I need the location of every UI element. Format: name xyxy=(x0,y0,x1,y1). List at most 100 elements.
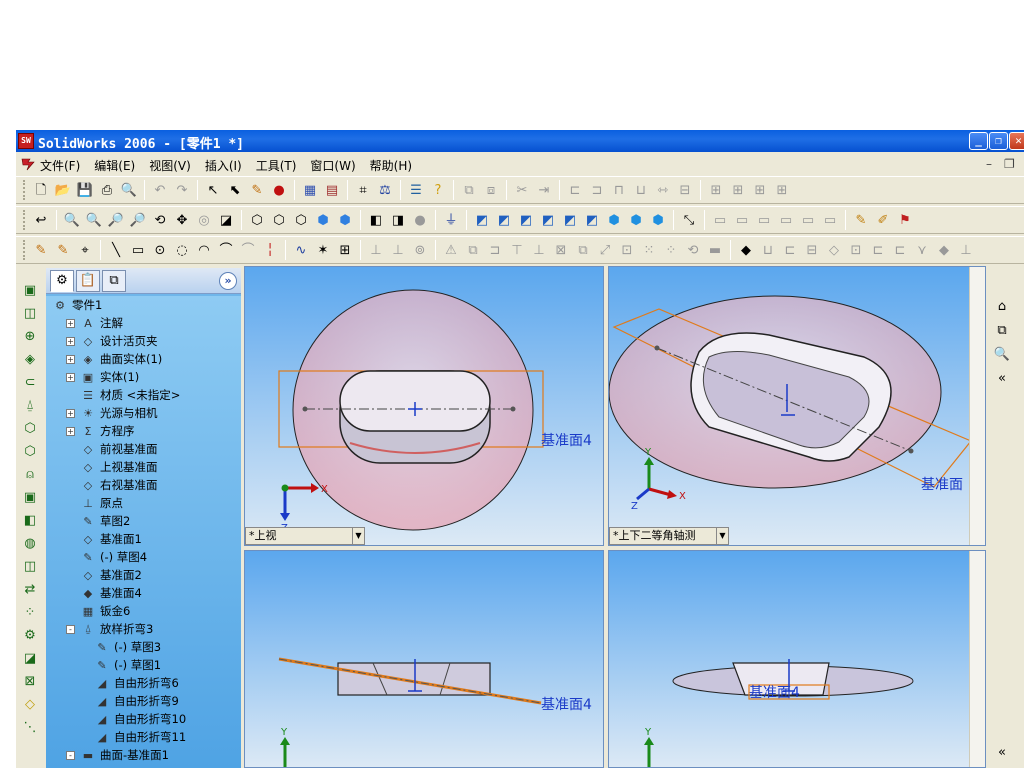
layout-4-icon[interactable]: ⊞ xyxy=(772,180,792,200)
slot-top-edge[interactable] xyxy=(339,370,491,432)
lofted-boss-icon[interactable]: ◈ xyxy=(20,349,40,369)
top-view-icon[interactable]: ◩ xyxy=(560,210,580,230)
point-icon[interactable]: ✶ xyxy=(313,240,333,260)
line-icon[interactable]: ╲ xyxy=(106,240,126,260)
tree-node[interactable]: ◢ 自由形折弯11 xyxy=(80,728,186,746)
display-relations-icon[interactable]: ⊥ xyxy=(388,240,408,260)
chamfer-icon[interactable]: ⬡ xyxy=(20,441,40,461)
tree-node[interactable]: ◆ 基准面4 xyxy=(66,584,142,602)
expand-icon[interactable]: + xyxy=(66,318,75,328)
menu-insert[interactable]: 插入(I) xyxy=(205,157,242,174)
rectangle-icon[interactable]: ▭ xyxy=(128,240,148,260)
zoom-area-icon[interactable]: 🔍 xyxy=(84,210,104,230)
centerpoint-arc-icon[interactable]: ◌ xyxy=(172,240,192,260)
rotate-entities-icon[interactable]: ⊡ xyxy=(617,240,637,260)
design-library-icon[interactable]: ⧉ xyxy=(992,320,1012,340)
right-view-icon[interactable]: ◩ xyxy=(538,210,558,230)
file-explorer-icon[interactable]: 🔍 xyxy=(992,344,1012,364)
revolved-cut-icon[interactable]: ⍙ xyxy=(20,395,40,415)
tree-node[interactable]: + ◈ 曲面实体(1) xyxy=(66,350,162,368)
restore-button[interactable]: ❐ xyxy=(989,132,1008,150)
collapse-icon[interactable]: - xyxy=(66,750,75,760)
tree-node[interactable]: - ⍙ 放样折弯3 xyxy=(66,620,153,638)
sketch-picture-icon[interactable]: ▬ xyxy=(705,240,725,260)
hole-wizard-icon[interactable]: ◍ xyxy=(20,533,40,553)
perspective-icon[interactable]: ⏚ xyxy=(441,210,461,230)
menu-window[interactable]: 窗口(W) xyxy=(310,157,355,174)
base-flange-icon[interactable]: ⊔ xyxy=(758,240,778,260)
collapse-panel-button[interactable]: » xyxy=(219,272,237,290)
realview-icon[interactable]: ● xyxy=(410,210,430,230)
sketch-fillet-icon[interactable]: ⌒ xyxy=(238,240,258,260)
tree-node[interactable]: + Σ 方程序 xyxy=(66,422,135,440)
linear-pattern-icon[interactable]: ⁙ xyxy=(639,240,659,260)
tab-configuration-manager[interactable]: ⧉ xyxy=(102,270,126,292)
spline-icon[interactable]: ∿ xyxy=(291,240,311,260)
viewport-front[interactable]: 基准面4 Y xyxy=(244,550,604,768)
tree-node[interactable]: ◇ 基准面1 xyxy=(66,530,142,548)
shell-icon[interactable]: ▣ xyxy=(20,487,40,507)
viewport-right-canvas[interactable]: 基准面4 Y xyxy=(609,551,971,768)
tree-node[interactable]: ▦ 钣金6 xyxy=(66,602,131,620)
tree-node[interactable]: ☰ 材质 <未指定> xyxy=(66,386,180,404)
viewport-dimetric-canvas[interactable]: 基准面 Y X Z xyxy=(609,267,971,546)
circular-pattern-icon[interactable]: ⁘ xyxy=(661,240,681,260)
zoom-fit-icon[interactable]: 🔍 xyxy=(62,210,82,230)
edge-flange-icon[interactable]: ⊏ xyxy=(780,240,800,260)
drawing-view-4-icon[interactable]: ▭ xyxy=(776,210,796,230)
isometric-icon[interactable]: ⬢ xyxy=(604,210,624,230)
assembly-tool-icon[interactable]: ⧉ xyxy=(459,180,479,200)
sketch-text-icon[interactable]: ⊞ xyxy=(335,240,355,260)
expand-icon[interactable]: + xyxy=(66,408,75,418)
circular-pattern-feature-icon[interactable]: ⁘ xyxy=(20,602,40,622)
tree-node[interactable]: - ▬ 曲面-基准面1 xyxy=(66,746,169,764)
normal-to-icon[interactable]: ⤡ xyxy=(679,210,699,230)
layout-2-icon[interactable]: ⊞ xyxy=(728,180,748,200)
tree-node[interactable]: + ▣ 实体(1) xyxy=(66,368,139,386)
tree-node[interactable]: ⊥ 原点 xyxy=(66,494,123,512)
mirror-icon[interactable]: ⚠ xyxy=(441,240,461,260)
draft-icon[interactable]: ⍝ xyxy=(20,464,40,484)
tree-node[interactable]: ✎ (-) 草图4 xyxy=(66,548,147,566)
rib-icon[interactable]: ◧ xyxy=(20,510,40,530)
roll-view-icon[interactable]: ◎ xyxy=(194,210,214,230)
expand-icon[interactable]: + xyxy=(66,372,75,382)
trimetric-icon[interactable]: ⬢ xyxy=(626,210,646,230)
trim-sketch-icon[interactable]: ⊐ xyxy=(485,240,505,260)
rebuild-icon[interactable]: ● xyxy=(269,180,289,200)
smart-dimension-icon[interactable]: ✎ xyxy=(851,210,871,230)
drawing-view-icon[interactable]: ▭ xyxy=(710,210,730,230)
select-other-icon[interactable]: ⬉ xyxy=(225,180,245,200)
centerline-icon[interactable]: ╎ xyxy=(260,240,280,260)
tree-node[interactable]: + ☀ 光源与相机 xyxy=(66,404,158,422)
previous-view-icon[interactable]: ↩ xyxy=(31,210,51,230)
expand-icon[interactable]: + xyxy=(66,426,75,436)
layout-3-icon[interactable]: ⊞ xyxy=(750,180,770,200)
back-view-icon[interactable]: ◩ xyxy=(494,210,514,230)
tree-node[interactable]: ◇ 前视基准面 xyxy=(66,440,158,458)
view-orientation-dropdown[interactable]: *上下二等角轴测 ▼ xyxy=(609,527,729,545)
print-icon[interactable]: ⎙ xyxy=(97,180,117,200)
circle-icon[interactable]: ⊙ xyxy=(150,240,170,260)
document-minimize-button[interactable]: – xyxy=(986,157,992,171)
toolbox-icon[interactable]: ☰ xyxy=(406,180,426,200)
toolbar-grip[interactable] xyxy=(23,180,26,200)
viewport-scrollbar[interactable] xyxy=(969,267,985,545)
smart-dimension-sketch-icon[interactable]: ⌖ xyxy=(75,240,95,260)
sketched-bend-icon[interactable]: ⊏ xyxy=(868,240,888,260)
miter-flange-icon[interactable]: ⊟ xyxy=(802,240,822,260)
sketch-pencil-icon[interactable]: ✎ xyxy=(247,180,267,200)
drawing-view-2-icon[interactable]: ▭ xyxy=(732,210,752,230)
layout-icon[interactable]: ⊞ xyxy=(706,180,726,200)
three-point-arc-icon[interactable]: ⌒ xyxy=(216,240,236,260)
unfold-icon[interactable]: ◆ xyxy=(934,240,954,260)
pan-icon[interactable]: ✥ xyxy=(172,210,192,230)
close-button[interactable]: ✕ xyxy=(1009,132,1024,150)
split-entities-icon[interactable]: ⊥ xyxy=(529,240,549,260)
rotate-view-icon[interactable]: ⟲ xyxy=(150,210,170,230)
curves-icon[interactable]: ⋱ xyxy=(20,717,40,737)
zoom-in-out-icon[interactable]: 🔎 xyxy=(106,210,126,230)
jog-icon[interactable]: ⊡ xyxy=(846,240,866,260)
offset-entities-icon[interactable]: ⊚ xyxy=(410,240,430,260)
extruded-cut-icon[interactable]: ⊂ xyxy=(20,372,40,392)
